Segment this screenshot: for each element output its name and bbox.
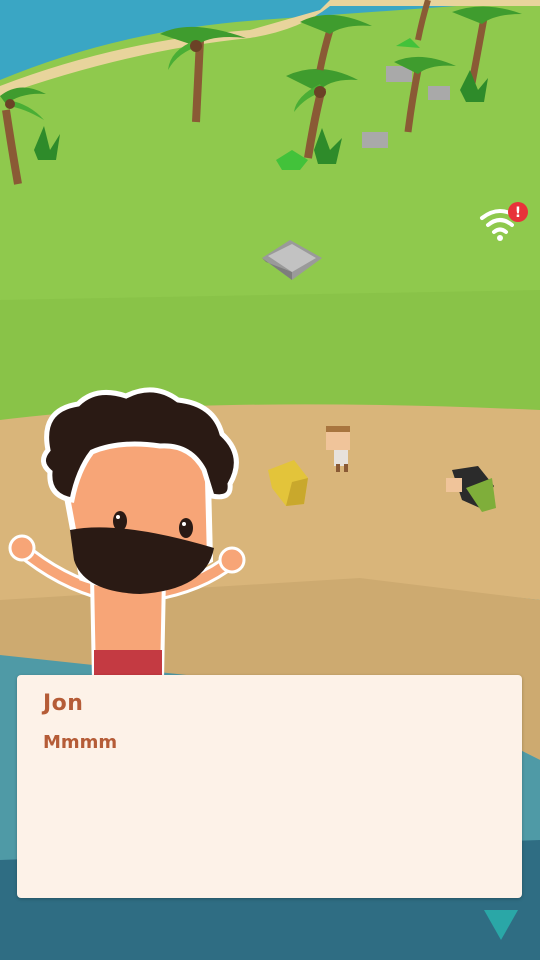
alert-badge-glyph: !	[515, 205, 521, 221]
wifi-warning-icon: !	[480, 202, 528, 241]
rock-small-1	[362, 132, 388, 148]
rock-small-3	[428, 86, 450, 100]
triangle-down-icon	[484, 910, 518, 940]
dialog-message: Mmmm	[43, 732, 118, 753]
dialog-speaker-name: Jon	[43, 691, 84, 716]
continue-button[interactable]	[484, 908, 518, 942]
dialog-box[interactable]: Jon Mmmm	[17, 675, 522, 898]
connection-warning: !	[478, 200, 530, 244]
